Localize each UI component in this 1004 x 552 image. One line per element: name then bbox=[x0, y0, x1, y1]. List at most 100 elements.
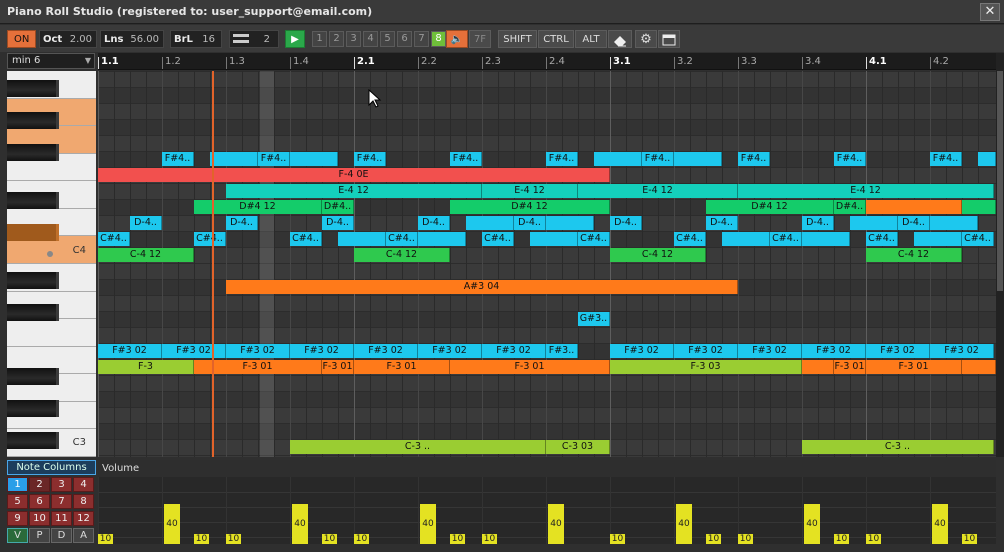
note-column-button-1[interactable]: 1 bbox=[7, 477, 28, 492]
note-block[interactable]: C#4.. bbox=[386, 232, 418, 246]
note-block[interactable]: F-3 03 bbox=[610, 360, 802, 374]
note-block[interactable]: F#3 02 bbox=[290, 344, 354, 358]
note-block[interactable]: D-4.. bbox=[130, 216, 162, 230]
white-key[interactable] bbox=[7, 319, 96, 347]
note-block[interactable]: D-4.. bbox=[418, 216, 450, 230]
volume-bar[interactable]: 10 bbox=[706, 534, 721, 544]
note-block[interactable]: F-3 01 bbox=[322, 360, 354, 374]
window-toggle-icon[interactable] bbox=[658, 30, 680, 48]
note-block[interactable]: C-4 12 bbox=[354, 248, 450, 262]
volume-bar[interactable]: 10 bbox=[226, 534, 241, 544]
note-block[interactable]: F-3 01 bbox=[450, 360, 610, 374]
volume-bar[interactable]: 40 bbox=[164, 504, 180, 544]
volume-bar[interactable]: 40 bbox=[420, 504, 436, 544]
note-block[interactable] bbox=[210, 152, 258, 166]
note-column-button-12[interactable]: 12 bbox=[73, 511, 94, 526]
track-button-3[interactable]: 3 bbox=[346, 31, 361, 47]
note-block[interactable] bbox=[978, 152, 996, 166]
note-block[interactable]: D-4.. bbox=[802, 216, 834, 230]
volume-bar[interactable]: 10 bbox=[866, 534, 881, 544]
note-column-button-10[interactable]: 10 bbox=[29, 511, 50, 526]
note-block[interactable]: C-3 .. bbox=[802, 440, 994, 454]
note-block[interactable] bbox=[290, 152, 338, 166]
note-column-button-9[interactable]: 9 bbox=[7, 511, 28, 526]
note-block[interactable]: C#4.. bbox=[98, 232, 130, 246]
note-block[interactable]: D-4.. bbox=[898, 216, 930, 230]
note-block[interactable] bbox=[962, 200, 996, 214]
track-button-7[interactable]: 7 bbox=[414, 31, 429, 47]
note-block[interactable]: E-4 12 bbox=[482, 184, 578, 198]
black-key[interactable] bbox=[7, 272, 59, 289]
track-button-2[interactable]: 2 bbox=[329, 31, 344, 47]
note-block[interactable]: F#3.. bbox=[546, 344, 578, 358]
note-block[interactable]: D-4.. bbox=[226, 216, 258, 230]
playhead[interactable] bbox=[212, 71, 214, 457]
black-key[interactable] bbox=[7, 112, 59, 129]
octave-field[interactable]: Oct 2.00 bbox=[39, 30, 97, 48]
note-block[interactable]: F#3 02 bbox=[866, 344, 930, 358]
note-block[interactable]: D#4 12 bbox=[450, 200, 610, 214]
note-block[interactable]: F#4.. bbox=[258, 152, 290, 166]
piano-keyboard[interactable]: C4 C3 bbox=[7, 71, 96, 457]
note-block[interactable] bbox=[674, 152, 722, 166]
note-block[interactable] bbox=[530, 232, 578, 246]
volume-bar[interactable]: 40 bbox=[804, 504, 820, 544]
ctrl-button[interactable]: CTRL bbox=[538, 30, 574, 48]
track-button-1[interactable]: 1 bbox=[312, 31, 327, 47]
black-key[interactable] bbox=[7, 400, 59, 417]
close-icon[interactable]: ✕ bbox=[980, 3, 1000, 21]
eraser-icon[interactable] bbox=[608, 30, 632, 48]
note-block[interactable] bbox=[930, 216, 978, 230]
note-block[interactable]: C-3 .. bbox=[290, 440, 546, 454]
note-block[interactable] bbox=[546, 216, 594, 230]
black-key[interactable] bbox=[7, 304, 59, 321]
note-block[interactable]: F#3 02 bbox=[802, 344, 866, 358]
note-column-button-4[interactable]: 4 bbox=[73, 477, 94, 492]
note-block[interactable]: D-4.. bbox=[514, 216, 546, 230]
column-mode-v[interactable]: V bbox=[7, 528, 28, 543]
note-block[interactable] bbox=[962, 360, 996, 374]
note-block[interactable]: F#4.. bbox=[642, 152, 674, 166]
note-block[interactable]: D-4.. bbox=[610, 216, 642, 230]
note-block[interactable]: F-3 01 bbox=[834, 360, 866, 374]
note-block[interactable]: D#4.. bbox=[322, 200, 354, 214]
fx-button[interactable]: 7F bbox=[469, 30, 491, 48]
volume-bar[interactable]: 40 bbox=[932, 504, 948, 544]
note-block[interactable]: C-3 03 bbox=[546, 440, 610, 454]
column-mode-d[interactable]: D bbox=[51, 528, 72, 543]
column-mode-p[interactable]: P bbox=[29, 528, 50, 543]
note-block[interactable]: D-4.. bbox=[706, 216, 738, 230]
volume-bar[interactable]: 10 bbox=[354, 534, 369, 544]
volume-bar[interactable]: 10 bbox=[610, 534, 625, 544]
note-column-button-6[interactable]: 6 bbox=[29, 494, 50, 509]
note-block[interactable]: D-4.. bbox=[322, 216, 354, 230]
note-block[interactable] bbox=[866, 200, 962, 214]
volume-bar[interactable]: 10 bbox=[738, 534, 753, 544]
play-icon[interactable]: ▶ bbox=[285, 30, 305, 48]
volume-bar[interactable]: 10 bbox=[194, 534, 209, 544]
volume-bar[interactable]: 10 bbox=[834, 534, 849, 544]
volume-bar[interactable]: 40 bbox=[676, 504, 692, 544]
note-block[interactable]: F#4.. bbox=[930, 152, 962, 166]
note-block[interactable]: C#4.. bbox=[578, 232, 610, 246]
note-block[interactable]: F#3 02 bbox=[610, 344, 674, 358]
column-mode-a[interactable]: A bbox=[73, 528, 94, 543]
note-block[interactable]: F#3 02 bbox=[162, 344, 226, 358]
note-block[interactable]: C#4.. bbox=[194, 232, 226, 246]
note-block[interactable]: F-4 0E bbox=[98, 168, 610, 182]
volume-bar[interactable]: 10 bbox=[322, 534, 337, 544]
note-block[interactable]: F#4.. bbox=[834, 152, 866, 166]
shift-button[interactable]: SHIFT bbox=[498, 30, 537, 48]
note-block[interactable] bbox=[418, 232, 466, 246]
timeline-ruler[interactable]: 1.1 1.2 1.3 1.4 2.1 2.2 2.3 2.4 3.1 3.2 3.3 3.4 4.1 4… bbox=[98, 53, 996, 70]
note-column-button-3[interactable]: 3 bbox=[51, 477, 72, 492]
scale-dropdown[interactable]: min 6 ▼ bbox=[7, 53, 95, 69]
note-block[interactable]: C#4.. bbox=[290, 232, 322, 246]
volume-bar[interactable]: 10 bbox=[98, 534, 113, 544]
note-block[interactable]: D#4 12 bbox=[706, 200, 834, 214]
note-block[interactable]: F-3 01 bbox=[354, 360, 450, 374]
note-block[interactable]: C#4.. bbox=[962, 232, 994, 246]
black-key[interactable] bbox=[7, 192, 59, 209]
note-block[interactable]: F-3 01 bbox=[866, 360, 962, 374]
note-block[interactable]: G#3.. bbox=[578, 312, 610, 326]
